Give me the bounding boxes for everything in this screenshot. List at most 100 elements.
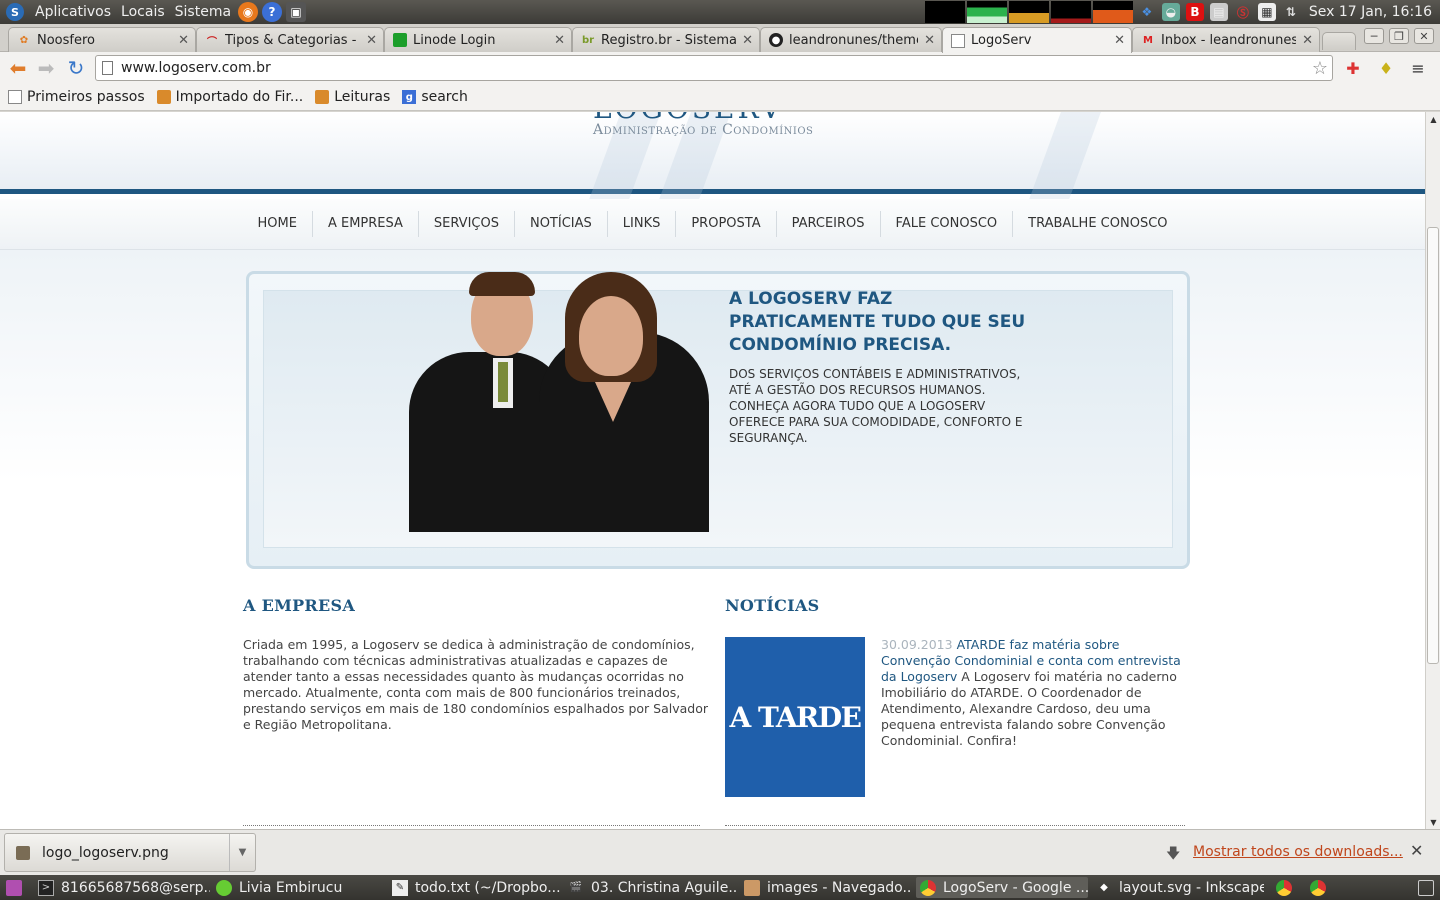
terminal-icon: > — [38, 879, 54, 896]
network-graph-icon — [1008, 1, 1049, 23]
maximize-icon[interactable]: ❐ — [1389, 28, 1409, 44]
scroll-down-arrow-icon[interactable]: ▼ — [1426, 815, 1440, 829]
dropbox-icon[interactable]: ❖ — [1138, 3, 1156, 21]
b-icon[interactable]: B — [1185, 3, 1204, 21]
task-chat[interactable]: Livia Embirucu — [212, 877, 384, 898]
bookmark-star-icon[interactable]: ☆ — [1312, 57, 1328, 81]
menu-applications[interactable]: Aplicativos — [30, 4, 116, 20]
bookmark-importado[interactable]: Importado do Fir... — [156, 89, 303, 105]
noosfero-icon: ✿ — [19, 34, 29, 46]
close-tab-icon[interactable]: ✕ — [742, 33, 753, 48]
atarde-news-image[interactable]: A TARDE — [725, 637, 865, 797]
tab-noosfero[interactable]: ✿ Noosfero ✕ — [8, 27, 196, 52]
menu-places[interactable]: Locais — [116, 4, 170, 20]
bookmark-leituras[interactable]: Leituras — [315, 89, 390, 105]
new-tab-button[interactable] — [1322, 32, 1356, 50]
chrome-icon — [1276, 879, 1292, 896]
s-icon[interactable]: Ⓢ — [1234, 3, 1252, 21]
show-desktop-icon[interactable] — [2, 877, 30, 898]
task-chrome-logoserv[interactable]: LogoServ - Google ... — [916, 877, 1088, 898]
tab-gmail[interactable]: M Inbox - leandronunes( ✕ — [1132, 27, 1320, 52]
clipboard-icon[interactable]: ▦ — [1257, 3, 1276, 21]
page-icon — [8, 90, 22, 104]
woman-head — [579, 296, 643, 376]
close-tab-icon[interactable]: ✕ — [178, 33, 189, 48]
close-tab-icon[interactable]: ✕ — [924, 33, 935, 48]
logo-subtitle: Administração de Condomínios — [593, 122, 814, 138]
redmine-icon: ⌒ — [207, 36, 217, 48]
close-icon[interactable]: ✕ — [1410, 841, 1423, 860]
nav-parceiros[interactable]: PARCEIROS — [775, 211, 880, 237]
tab-linode[interactable]: Linode Login ✕ — [384, 27, 572, 52]
about-section-title[interactable]: A EMPRESA — [243, 596, 355, 615]
browser-toolbar: ⬅ ➡ ↻ www.logoserv.com.br ☆ ✚ ♦ ≡ — [0, 52, 1440, 84]
nav-fale-conosco[interactable]: FALE CONOSCO — [879, 211, 1013, 237]
task-chrome-1[interactable] — [1272, 877, 1302, 898]
download-item[interactable]: logo_logoserv.png ▼ — [4, 833, 256, 872]
help-icon[interactable]: ? — [262, 2, 283, 22]
nav-home[interactable]: HOME — [243, 211, 312, 237]
nav-links[interactable]: LINKS — [606, 211, 676, 237]
lightbulb-extension-icon[interactable]: ♦ — [1374, 57, 1398, 79]
task-terminal[interactable]: > 81665687568@serp... — [34, 877, 210, 898]
bookmark-search[interactable]: g search — [402, 89, 468, 105]
file-browser-icon — [744, 879, 760, 896]
forward-arrow-icon[interactable]: ➡ — [34, 56, 58, 80]
banner-title: A LOGOSERV FAZ PRATICAMENTE TUDO QUE SEU… — [729, 289, 1026, 355]
minimize-icon[interactable]: ─ — [1364, 28, 1384, 44]
nav-a-empresa[interactable]: A EMPRESA — [311, 211, 418, 237]
screensaver-icon[interactable]: ▣ — [286, 2, 307, 22]
task-inkscape[interactable]: ◆ layout.svg - Inkscape — [1092, 877, 1264, 898]
tab-tipos-categorias[interactable]: ⌒ Tipos & Categorias - R ✕ — [196, 27, 384, 52]
show-all-downloads-link[interactable]: Mostrar todos os downloads... — [1193, 844, 1403, 860]
scroll-up-arrow-icon[interactable]: ▲ — [1426, 112, 1440, 126]
display-icon[interactable]: ▤ — [1209, 3, 1228, 21]
reload-icon[interactable]: ↻ — [64, 56, 88, 80]
address-bar[interactable]: www.logoserv.com.br ☆ — [95, 55, 1333, 81]
network-icon[interactable]: ◒ — [1161, 3, 1180, 21]
task-text-editor[interactable]: ✎ todo.txt (~/Dropbo... — [388, 877, 560, 898]
page-scrollbar[interactable]: ▲ ▼ — [1425, 112, 1440, 829]
close-tab-icon[interactable]: ✕ — [554, 33, 565, 48]
chat-icon — [216, 879, 232, 896]
task-media-player[interactable]: 🎬 03. Christina Aguile... — [564, 877, 738, 898]
trash-icon[interactable] — [1414, 877, 1438, 898]
tab-github[interactable]: ● leandronunes/theme_ ✕ — [760, 27, 942, 52]
page-viewport: LOGOSERV Administração de Condomínios HO… — [0, 112, 1425, 829]
task-chrome-2[interactable] — [1306, 877, 1336, 898]
business-people-photo — [389, 254, 709, 532]
man-hair — [469, 272, 535, 296]
swap-graph-icon — [1050, 1, 1091, 23]
close-tab-icon[interactable]: ✕ — [1114, 33, 1125, 48]
firefox-icon[interactable]: ◉ — [238, 2, 259, 22]
nav-servicos[interactable]: SERVIÇOS — [417, 211, 514, 237]
load-graph-icon — [1092, 1, 1133, 23]
close-tab-icon[interactable]: ✕ — [366, 33, 377, 48]
close-window-icon[interactable]: ✕ — [1414, 28, 1434, 44]
menu-system[interactable]: Sistema — [170, 4, 236, 20]
tab-registro[interactable]: br Registro.br - Sistema - ✕ — [572, 27, 760, 52]
cpu-graph-icon — [924, 1, 965, 23]
chevron-down-icon[interactable]: ▼ — [229, 834, 255, 871]
clock[interactable]: Sex 17 Jan, 16:16 — [1309, 4, 1432, 20]
menu-icon[interactable]: ≡ — [1406, 57, 1430, 79]
task-file-browser[interactable]: images - Navegado... — [740, 877, 912, 898]
nav-proposta[interactable]: PROPOSTA — [675, 211, 775, 237]
bookmark-primeiros-passos[interactable]: Primeiros passos — [8, 89, 145, 105]
download-arrow-icon: 🡇 — [1166, 846, 1181, 862]
image-file-icon — [16, 845, 30, 860]
nav-noticias[interactable]: NOTÍCIAS — [513, 211, 607, 237]
news-section-title[interactable]: NOTÍCIAS — [725, 596, 820, 615]
extension-icon[interactable]: ✚ — [1341, 57, 1365, 79]
tab-logoserv[interactable]: LogoServ ✕ — [942, 27, 1132, 53]
scroll-thumb[interactable] — [1427, 227, 1439, 664]
close-tab-icon[interactable]: ✕ — [1302, 33, 1313, 48]
site-logo[interactable]: LOGOSERV Administração de Condomínios — [593, 112, 813, 138]
updown-arrows-icon[interactable]: ⇅ — [1282, 3, 1300, 21]
nav-trabalhe-conosco[interactable]: TRABALHE CONOSCO — [1012, 211, 1182, 237]
ubuntu-logo-icon[interactable]: S — [6, 3, 24, 21]
about-text: Criada em 1995, a Logoserv se dedica à a… — [243, 637, 708, 732]
inkscape-icon: ◆ — [1100, 882, 1108, 893]
page-icon — [951, 33, 965, 48]
back-arrow-icon[interactable]: ⬅ — [6, 56, 30, 80]
